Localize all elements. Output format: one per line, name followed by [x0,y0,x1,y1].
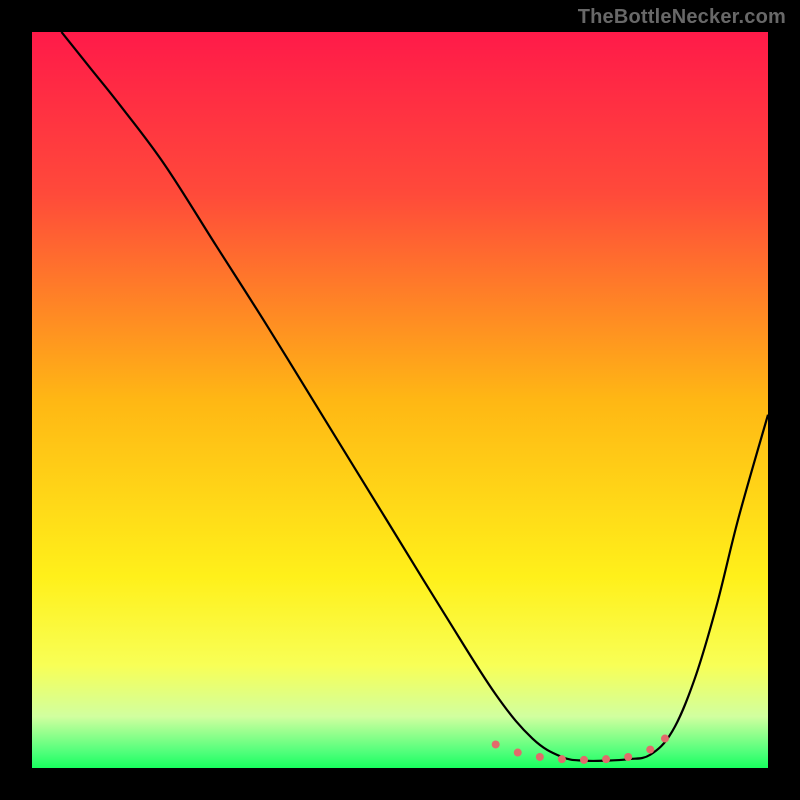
chart-markers [32,32,768,768]
marker-point [661,735,669,743]
marker-point [536,753,544,761]
marker-point [624,753,632,761]
marker-point [580,756,588,764]
marker-point [492,740,500,748]
marker-point [602,755,610,763]
marker-point [558,755,566,763]
watermark-text: TheBottleNecker.com [578,6,786,29]
marker-point [646,746,654,754]
chart-container [32,32,768,768]
marker-point [514,749,522,757]
